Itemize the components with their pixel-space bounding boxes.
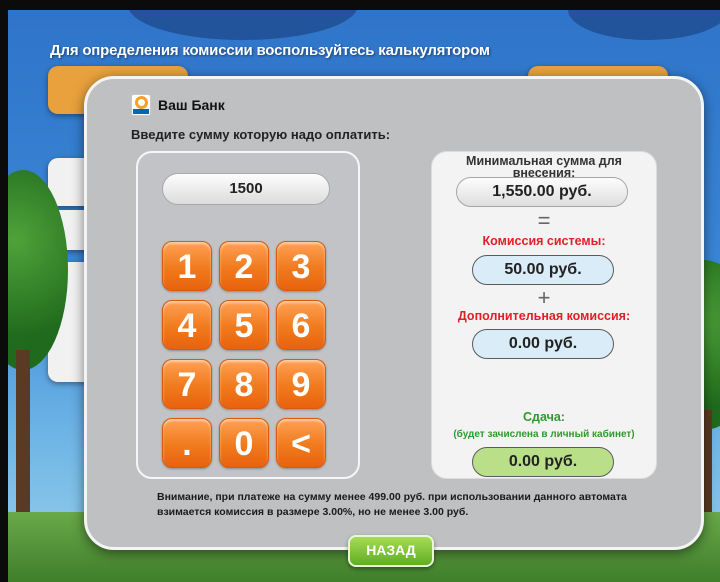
key-4[interactable]: 4	[162, 300, 212, 350]
key-backspace[interactable]: <	[276, 418, 326, 468]
commission-calculator-dialog: Ваш Банк Введите сумму которую надо опла…	[84, 76, 704, 550]
plus-sign: +	[537, 285, 551, 310]
commission-warning: Внимание, при платеже на сумму менее 499…	[157, 491, 627, 518]
system-fee-label: Комиссия системы:	[482, 234, 606, 248]
change-label: Сдача:	[523, 410, 565, 424]
cloud	[128, 10, 358, 40]
key-0[interactable]: 0	[219, 418, 269, 468]
qiwi-logo-icon	[131, 94, 151, 116]
key-decimal[interactable]: .	[162, 418, 212, 468]
numeric-keypad: 1 2 3 4 5 6 7 8 9 . 0 <	[162, 241, 326, 468]
equals-sign: =	[537, 208, 551, 233]
brand: Ваш Банк	[131, 94, 225, 116]
brand-name: Ваш Банк	[158, 97, 225, 113]
key-7[interactable]: 7	[162, 359, 212, 409]
change-value: 0.00 руб.	[472, 447, 614, 477]
amount-prompt: Введите сумму которую надо оплатить:	[131, 127, 391, 142]
change-note: (будет зачислена в личный кабинет)	[453, 429, 635, 440]
key-9[interactable]: 9	[276, 359, 326, 409]
key-3[interactable]: 3	[276, 241, 326, 291]
background-title: Для определения комиссии воспользуйтесь …	[50, 42, 490, 59]
min-amount-label: Минимальная сумма для внесения:	[466, 154, 622, 180]
back-button[interactable]: НАЗАД	[348, 535, 434, 567]
key-5[interactable]: 5	[219, 300, 269, 350]
extra-fee-value: 0.00 руб.	[472, 329, 614, 359]
min-amount-value: 1,550.00 руб.	[456, 177, 628, 207]
key-6[interactable]: 6	[276, 300, 326, 350]
extra-fee-label: Дополнительная комиссия:	[457, 309, 631, 323]
key-2[interactable]: 2	[219, 241, 269, 291]
commission-info-panel: Минимальная сумма для внесения: 1,550.00…	[431, 151, 657, 479]
amount-input[interactable]: 1500	[162, 173, 330, 205]
system-fee-value: 50.00 руб.	[472, 255, 614, 285]
keypad-panel: 1500 1 2 3 4 5 6 7 8 9 . 0 <	[136, 151, 360, 479]
key-1[interactable]: 1	[162, 241, 212, 291]
key-8[interactable]: 8	[219, 359, 269, 409]
cloud	[568, 10, 720, 40]
